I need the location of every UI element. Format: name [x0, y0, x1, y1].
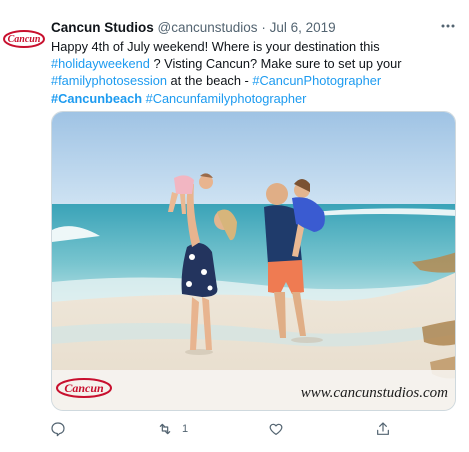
beach-family-photo: Cancun www.cancunstudios.com	[52, 112, 455, 410]
tweet[interactable]: Cancun Cancun Studios @cancunstudios · J…	[0, 0, 469, 452]
like-button[interactable]	[268, 418, 284, 440]
avatar[interactable]: Cancun	[3, 30, 45, 48]
retweet-button[interactable]: 1	[157, 418, 188, 440]
svg-text:Cancun: Cancun	[64, 381, 104, 395]
author-handle[interactable]: @cancunstudios	[158, 20, 258, 35]
retweet-count: 1	[182, 423, 189, 435]
hashtag-familyphotosession[interactable]: #familyphotosession	[51, 73, 167, 88]
hashtag-cancunbeach[interactable]: #Cancunbeach	[51, 91, 142, 106]
watermark-logo: Cancun	[56, 378, 112, 398]
tweet-media[interactable]: Cancun www.cancunstudios.com	[51, 111, 456, 411]
tweet-text: Happy 4th of July weekend! Where is your…	[51, 38, 451, 107]
tweet-date[interactable]: Jul 6, 2019	[270, 20, 336, 35]
reply-button[interactable]	[50, 418, 66, 440]
like-icon	[269, 423, 283, 435]
share-button[interactable]	[375, 418, 391, 440]
reply-icon	[51, 422, 65, 437]
separator: ·	[261, 20, 266, 35]
share-icon	[377, 422, 389, 435]
tweet-text-line2: ? Visting Cancun? Make sure to set up yo…	[149, 56, 402, 72]
watermark-url: www.cancunstudios.com	[301, 385, 448, 401]
hashtag-holidayweekend[interactable]: #holidayweekend	[51, 56, 150, 71]
tweet-header: Cancun Studios @cancunstudios · Jul 6, 2…	[51, 19, 336, 37]
hashtag-cancunfamilyphotographer[interactable]: #Cancunfamilyphotographer	[142, 91, 307, 106]
tweet-actions: 1	[0, 418, 469, 442]
more-icon[interactable]	[441, 15, 455, 33]
author-name[interactable]: Cancun Studios	[51, 20, 154, 35]
cancun-studios-logo: Cancun	[3, 30, 45, 48]
tweet-text-line3: at the beach -	[166, 73, 253, 89]
tweet-text-line1: Happy 4th of July weekend! Where is your…	[51, 39, 380, 54]
svg-text:Cancun: Cancun	[8, 34, 41, 45]
retweet-icon	[159, 423, 171, 435]
hashtag-cancunphotographer[interactable]: #CancunPhotographer	[252, 73, 381, 88]
